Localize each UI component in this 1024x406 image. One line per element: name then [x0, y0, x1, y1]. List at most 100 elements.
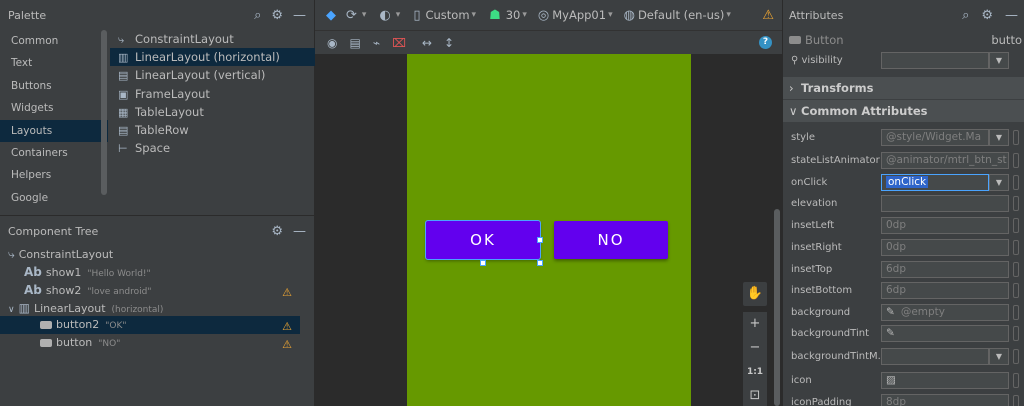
tree-node-button[interactable]: button "NO" ⚠ — [0, 334, 300, 352]
pan-icon[interactable]: ✋ — [743, 282, 767, 306]
chevron-down-icon[interactable]: ▾ — [362, 10, 367, 20]
attr-picker[interactable] — [1013, 130, 1019, 145]
tree-node-constraintlayout[interactable]: ⤷ ConstraintLayout — [0, 246, 300, 264]
tree-node-show2[interactable]: Ab show2 "love android" ⚠ — [0, 282, 300, 300]
palette-item-tablerow[interactable]: ▤ TableRow — [110, 121, 315, 139]
palette-category-common[interactable]: Common — [0, 30, 108, 52]
chevron-down-icon[interactable]: ∨ — [8, 306, 15, 315]
attr-value[interactable] — [881, 195, 1009, 212]
expand-horizontal-icon[interactable]: ↔ — [422, 37, 432, 49]
warning-icon[interactable]: ⚠ — [282, 336, 292, 354]
chevron-down-icon[interactable]: ▼ — [989, 129, 1009, 146]
zoom-in-icon[interactable]: + — [743, 312, 767, 336]
attr-value[interactable]: 6dp — [881, 282, 1009, 299]
resize-handle[interactable] — [537, 260, 543, 266]
search-icon[interactable]: ⌕ — [962, 9, 969, 22]
gear-icon[interactable]: ⚙ — [981, 9, 993, 22]
resize-handle[interactable] — [480, 260, 486, 266]
canvas-scrollbar[interactable] — [774, 209, 780, 406]
night-mode-icon[interactable]: ◐ — [379, 9, 390, 22]
locale-selector[interactable]: Default (en-us) — [638, 8, 724, 22]
palette-scrollbar[interactable] — [101, 30, 107, 195]
onclick-field[interactable]: onClick — [881, 174, 989, 191]
attr-picker[interactable] — [1013, 326, 1019, 341]
component-id[interactable]: butto — [991, 33, 1022, 47]
chevron-down-icon[interactable]: ▾ — [522, 10, 527, 20]
attr-picker[interactable] — [1013, 175, 1019, 190]
device-selector[interactable]: Custom — [425, 8, 469, 22]
help-icon[interactable]: ? — [759, 36, 772, 49]
palette-item-linearlayout-horizontal[interactable]: ▥ LinearLayout (horizontal) — [110, 48, 315, 67]
design-canvas[interactable]: OK NO ✋ + − 1:1 ⊡ — [315, 54, 782, 406]
tree-node-show1[interactable]: Ab show1 "Hello World!" — [0, 264, 300, 282]
warning-icon[interactable]: ⚠ — [762, 9, 774, 22]
eyedropper-icon[interactable]: ✎ — [886, 306, 895, 318]
attr-value[interactable]: @style/Widget.Ma — [881, 129, 989, 146]
gear-icon[interactable]: ⚙ — [271, 9, 283, 22]
palette-category-containers[interactable]: Containers — [0, 142, 108, 164]
palette-category-buttons[interactable]: Buttons — [0, 75, 108, 97]
layers-icon[interactable]: ◆ — [326, 9, 336, 22]
attr-picker[interactable] — [1013, 196, 1019, 211]
tree-node-button2[interactable]: button2 "OK" ⚠ — [0, 316, 300, 334]
palette-item-tablelayout[interactable]: ▦ TableLayout — [110, 103, 315, 121]
attr-picker[interactable] — [1013, 218, 1019, 233]
gear-icon[interactable]: ⚙ — [271, 225, 283, 238]
palette-item-linearlayout-vertical[interactable]: ▤ LinearLayout (vertical) — [110, 66, 315, 84]
expand-vertical-icon[interactable]: ↕ — [444, 37, 454, 49]
attr-picker[interactable] — [1013, 305, 1019, 320]
clear-constraints-icon[interactable]: ⌧ — [392, 37, 406, 49]
margins-icon[interactable]: ▤ — [349, 37, 360, 49]
attr-value[interactable]: 6dp — [881, 261, 1009, 278]
attr-picker[interactable] — [1013, 240, 1019, 255]
palette-category-widgets[interactable]: Widgets — [0, 97, 108, 119]
chevron-down-icon[interactable]: ▼ — [989, 348, 1009, 365]
chevron-down-icon[interactable]: ▾ — [608, 10, 613, 20]
image-icon[interactable]: ▨ — [886, 374, 896, 386]
attr-picker[interactable] — [1013, 373, 1019, 388]
section-common-attributes[interactable]: ∨ Common Attributes — [783, 100, 1024, 122]
api-level-selector[interactable]: 30 — [506, 8, 521, 22]
palette-item-space[interactable]: ⊢ Space — [110, 139, 315, 157]
ok-button[interactable]: OK — [425, 220, 541, 260]
attr-picker[interactable] — [1013, 153, 1019, 168]
chevron-down-icon[interactable]: ▾ — [396, 10, 401, 20]
autoconnect-icon[interactable]: ⌁ — [373, 37, 380, 49]
attr-value[interactable]: 8dp — [881, 394, 1009, 406]
attr-value[interactable]: 0dp — [881, 217, 1009, 234]
attr-picker[interactable] — [1013, 283, 1019, 298]
minimize-icon[interactable]: — — [293, 9, 306, 22]
resize-handle[interactable] — [537, 237, 543, 243]
theme-selector[interactable]: MyApp01 — [552, 8, 606, 22]
attr-picker[interactable] — [1013, 349, 1019, 364]
eyedropper-icon[interactable]: ✎ — [886, 327, 895, 339]
search-icon[interactable]: ⌕ — [254, 9, 261, 22]
zoom-actual-size-button[interactable]: 1:1 — [743, 360, 767, 384]
orientation-icon[interactable]: ⟳ — [346, 9, 357, 22]
eye-icon[interactable]: ◉ — [327, 37, 337, 49]
palette-category-helpers[interactable]: Helpers — [0, 164, 108, 186]
visibility-dropdown[interactable] — [881, 52, 989, 69]
section-transforms[interactable]: › Transforms — [783, 77, 1024, 99]
palette-category-google[interactable]: Google — [0, 187, 108, 209]
zoom-out-icon[interactable]: − — [743, 336, 767, 360]
palette-category-layouts[interactable]: Layouts — [0, 119, 108, 142]
attr-value-field[interactable]: ✎ @empty — [881, 304, 1009, 321]
chevron-down-icon[interactable]: ▼ — [989, 52, 1009, 69]
attr-value-field[interactable]: ✎ — [881, 325, 1009, 342]
attr-picker[interactable] — [1013, 262, 1019, 277]
minimize-icon[interactable]: — — [1005, 9, 1018, 22]
palette-category-text[interactable]: Text — [0, 52, 108, 74]
chevron-down-icon[interactable]: ▼ — [989, 174, 1009, 191]
device-screen[interactable]: OK NO — [407, 54, 691, 406]
minimize-icon[interactable]: — — [293, 225, 306, 238]
attr-value-field[interactable]: ▨ — [881, 372, 1009, 389]
attr-value[interactable]: @animator/mtrl_btn_st — [881, 152, 1009, 169]
attr-picker[interactable] — [1013, 395, 1019, 406]
palette-item-constraintlayout[interactable]: ⤷ ConstraintLayout — [110, 30, 315, 48]
zoom-fit-icon[interactable]: ⊡ — [743, 384, 767, 406]
chevron-down-icon[interactable]: ▾ — [726, 10, 731, 20]
chevron-down-icon[interactable]: ▾ — [472, 10, 477, 20]
attr-value[interactable]: 0dp — [881, 239, 1009, 256]
attr-value[interactable] — [881, 348, 989, 365]
